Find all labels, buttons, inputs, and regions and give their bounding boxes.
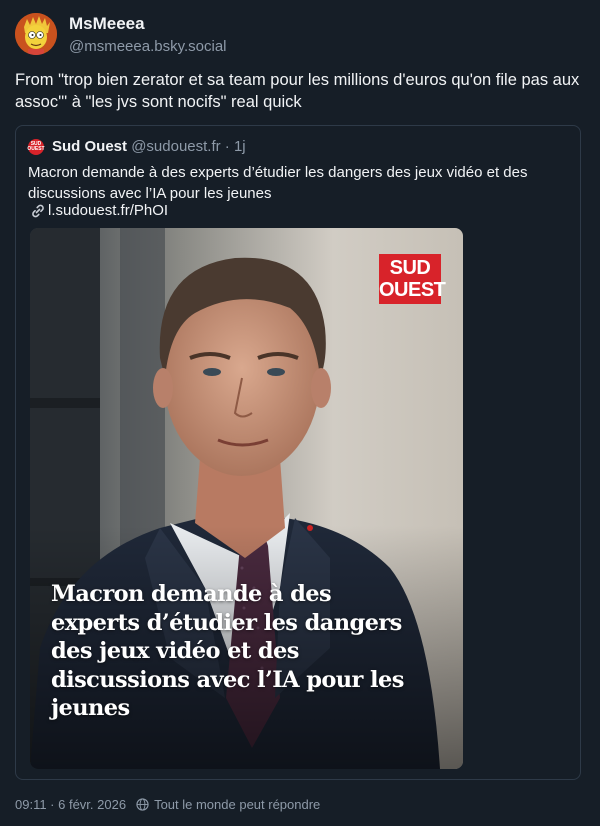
quoted-post[interactable]: SUD OUEST Sud Ouest @sudouest.fr · 1j Ma… [15,125,581,780]
quote-header: Sud Ouest @sudouest.fr · 1j [52,138,246,155]
reply-setting: Tout le monde peut répondre [136,797,320,812]
quote-author-handle[interactable]: @sudouest.fr [131,138,220,155]
image-headline: Macron demande à des experts d’étudier l… [51,581,404,721]
quote-separator: · [224,138,230,155]
quote-logo-text: SUD OUEST [27,141,45,152]
post: MsMeeea @msmeeea.bsky.social From "trop … [0,0,600,826]
quote-image[interactable]: SUD OUEST Macron demande à des experts d… [30,228,463,769]
reply-setting-text: Tout le monde peut répondre [154,797,321,812]
post-footer: 09:11 · 6 févr. 2026 Tout le monde peut … [15,797,320,812]
quote-text: Macron demande à des experts d’étudier l… [28,164,528,202]
sud-ouest-brand-logo: SUD OUEST [379,254,446,304]
quote-link-text[interactable]: l.sudouest.fr/PhOI [48,202,168,219]
sud-ouest-logo-icon: SUD OUEST [27,139,45,155]
quote-author-name[interactable]: Sud Ouest [52,138,127,155]
avatar-character-icon [15,13,57,55]
author-handle[interactable]: @msmeeea.bsky.social [69,38,227,55]
post-text: From "trop bien zerator et sa team pour … [15,71,580,111]
link-icon [32,204,44,217]
avatar[interactable] [15,13,57,55]
author-name[interactable]: MsMeeea [69,14,145,34]
globe-icon [136,798,149,811]
brand-line-2: OUEST [379,279,446,301]
brand-line-1: SUD [389,257,431,279]
quote-time[interactable]: 1j [234,138,246,155]
quote-link[interactable]: l.sudouest.fr/PhOI [30,202,168,219]
post-timestamp[interactable]: 09:11 · 6 févr. 2026 [15,797,126,812]
